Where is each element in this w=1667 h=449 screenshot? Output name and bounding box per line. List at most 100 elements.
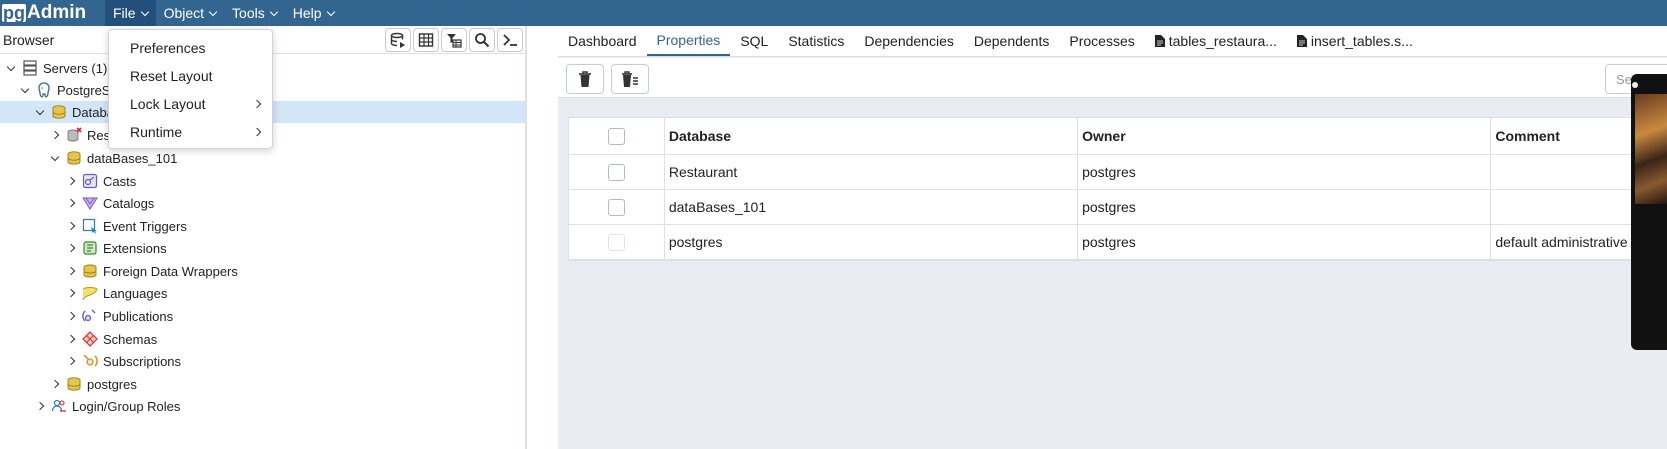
file-icon bbox=[1296, 34, 1307, 47]
tree-node-label: Foreign Data Wrappers bbox=[103, 263, 238, 279]
row-checkbox[interactable] bbox=[607, 163, 625, 181]
expand-toggle[interactable] bbox=[48, 151, 62, 165]
databases-icon bbox=[51, 104, 67, 120]
search-objects-button[interactable] bbox=[469, 27, 495, 52]
database-icon bbox=[66, 376, 82, 392]
chevron-down-icon bbox=[269, 7, 278, 16]
tree-node-foreign-data-wrappers[interactable]: Foreign Data Wrappers bbox=[64, 260, 525, 282]
cell-database: Restaurant bbox=[665, 155, 1079, 189]
tree-node-publications[interactable]: Publications bbox=[64, 305, 525, 327]
tree-node-database-postgres[interactable]: postgres bbox=[48, 373, 525, 395]
menu-item-label: Preferences bbox=[130, 40, 206, 56]
tab-properties[interactable]: Properties bbox=[646, 25, 731, 56]
expand-toggle[interactable] bbox=[64, 354, 78, 368]
psql-tool-button[interactable] bbox=[497, 27, 523, 52]
tab-bar: Dashboard Properties SQL Statistics Depe… bbox=[558, 26, 1667, 57]
menu-help[interactable]: Help bbox=[285, 0, 342, 26]
tree-node-subscriptions[interactable]: Subscriptions bbox=[64, 350, 525, 372]
expand-toggle[interactable] bbox=[33, 105, 47, 119]
tab-sql[interactable]: SQL bbox=[730, 25, 778, 56]
row-select-cell bbox=[569, 190, 665, 224]
tree-node-schemas[interactable]: Schemas bbox=[64, 328, 525, 350]
tree-node-label: dataBases_101 bbox=[87, 150, 178, 166]
tree-node-event-triggers[interactable]: Event Triggers bbox=[64, 215, 525, 237]
delete-button[interactable] bbox=[566, 64, 604, 94]
query-tool-button[interactable] bbox=[385, 27, 411, 52]
expand-toggle[interactable] bbox=[64, 309, 78, 323]
tab-label: Statistics bbox=[788, 32, 845, 49]
tree-node-casts[interactable]: Casts bbox=[64, 170, 525, 192]
pgadmin-logo: pg Admin bbox=[0, 0, 105, 26]
tree-node-catalogs[interactable]: Catalogs bbox=[64, 192, 525, 214]
drop-cascade-button[interactable] bbox=[611, 64, 649, 94]
terminal-icon bbox=[503, 33, 517, 46]
casts-icon bbox=[82, 173, 98, 189]
menu-object[interactable]: Object bbox=[156, 0, 224, 26]
tab-dependents[interactable]: Dependents bbox=[964, 25, 1060, 56]
tree-node-languages[interactable]: Languages bbox=[64, 282, 525, 304]
menu-item-reset-layout[interactable]: Reset Layout bbox=[109, 62, 272, 90]
filtered-rows-button[interactable] bbox=[441, 27, 467, 52]
cell-database: postgres bbox=[665, 225, 1079, 259]
expand-toggle[interactable] bbox=[64, 196, 78, 210]
view-data-button[interactable] bbox=[413, 27, 439, 52]
expand-toggle[interactable] bbox=[18, 83, 32, 97]
column-header-owner[interactable]: Owner bbox=[1078, 118, 1492, 154]
menu-item-runtime[interactable]: Runtime bbox=[109, 118, 272, 146]
row-checkbox bbox=[607, 233, 625, 251]
menu-tools-label: Tools bbox=[232, 5, 265, 21]
tab-label: Properties bbox=[656, 31, 721, 48]
select-all-checkbox[interactable] bbox=[607, 127, 625, 145]
tab-dependencies[interactable]: Dependencies bbox=[854, 25, 964, 56]
expand-toggle[interactable] bbox=[64, 241, 78, 255]
tree-node-label: Catalogs bbox=[103, 195, 155, 211]
query-tool-icon bbox=[390, 32, 405, 48]
tab-dashboard[interactable]: Dashboard bbox=[558, 25, 647, 56]
tree-node-database-databases101[interactable]: dataBases_101 bbox=[48, 147, 525, 169]
menu-item-preferences[interactable]: Preferences bbox=[109, 34, 272, 62]
file-menu-dropdown: Preferences Reset Layout Lock Layout Run… bbox=[108, 29, 273, 149]
expand-toggle[interactable] bbox=[4, 61, 18, 75]
table-row[interactable]: dataBases_101 postgres bbox=[569, 190, 1666, 225]
expand-toggle[interactable] bbox=[48, 377, 62, 391]
logo-pg: pg bbox=[2, 3, 26, 23]
publications-icon bbox=[82, 308, 98, 324]
table-row[interactable]: Restaurant postgres bbox=[569, 155, 1666, 190]
tab-query-file-insert-tables[interactable]: insert_tables.s... bbox=[1287, 25, 1423, 56]
tab-processes[interactable]: Processes bbox=[1059, 25, 1144, 56]
expand-toggle[interactable] bbox=[64, 264, 78, 278]
database-icon bbox=[66, 150, 82, 166]
schemas-icon bbox=[82, 331, 98, 347]
tab-label: Processes bbox=[1069, 32, 1135, 49]
video-indicator bbox=[1632, 82, 1638, 88]
menu-item-label: Runtime bbox=[130, 124, 183, 140]
expand-toggle[interactable] bbox=[64, 332, 78, 346]
expand-toggle[interactable] bbox=[64, 174, 78, 188]
tree-node-label: Login/Group Roles bbox=[72, 398, 181, 414]
row-select-cell bbox=[569, 225, 665, 259]
trash-cascade-icon bbox=[622, 71, 638, 87]
menu-item-lock-layout[interactable]: Lock Layout bbox=[109, 90, 272, 118]
expand-toggle[interactable] bbox=[48, 128, 62, 142]
tab-statistics[interactable]: Statistics bbox=[778, 25, 854, 56]
expand-toggle[interactable] bbox=[64, 286, 78, 300]
expand-toggle[interactable] bbox=[64, 219, 78, 233]
table-row[interactable]: postgres postgres default administrative bbox=[569, 225, 1666, 260]
row-select-cell bbox=[569, 155, 665, 189]
tab-label: tables_restaura... bbox=[1168, 32, 1277, 49]
menu-item-label: Lock Layout bbox=[130, 96, 206, 112]
video-overlay[interactable] bbox=[1631, 74, 1667, 350]
properties-toolbar: Se bbox=[558, 58, 1667, 98]
tree-node-label: Event Triggers bbox=[103, 218, 187, 234]
tree-node-extensions[interactable]: Extensions bbox=[64, 237, 525, 259]
column-header-database[interactable]: Database bbox=[665, 118, 1079, 154]
menu-tools[interactable]: Tools bbox=[224, 0, 285, 26]
expand-toggle[interactable] bbox=[33, 399, 47, 413]
filtered-rows-icon bbox=[447, 33, 462, 48]
row-checkbox[interactable] bbox=[607, 198, 625, 216]
menu-file-label: File bbox=[113, 5, 136, 21]
menu-file[interactable]: File bbox=[105, 0, 156, 26]
tree-node-label: Extensions bbox=[103, 240, 167, 256]
tab-query-file-tables-restaurant[interactable]: tables_restaura... bbox=[1145, 25, 1287, 56]
tree-node-login-group-roles[interactable]: Login/Group Roles bbox=[33, 395, 525, 417]
